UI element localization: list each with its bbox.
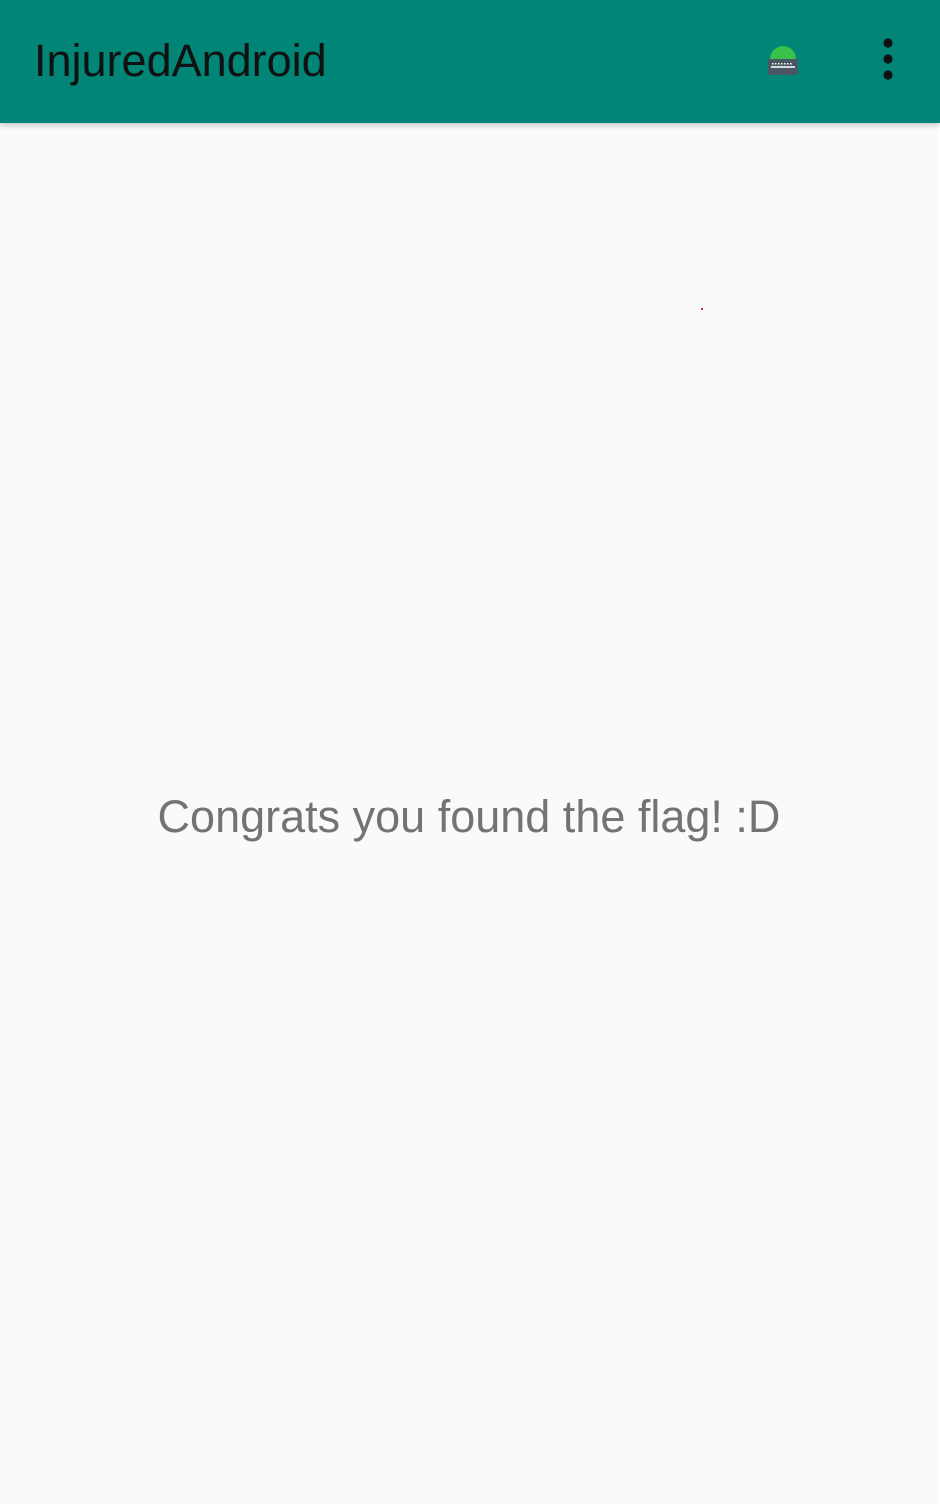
- app-bar: InjuredAndroid: [0, 0, 940, 123]
- more-vert-icon[interactable]: [862, 34, 914, 86]
- flag-message: Congrats you found the flag! :D: [157, 791, 781, 842]
- app-title: InjuredAndroid: [34, 35, 327, 86]
- hacker-badge-icon[interactable]: [757, 36, 809, 88]
- touch-indicator: [701, 308, 703, 310]
